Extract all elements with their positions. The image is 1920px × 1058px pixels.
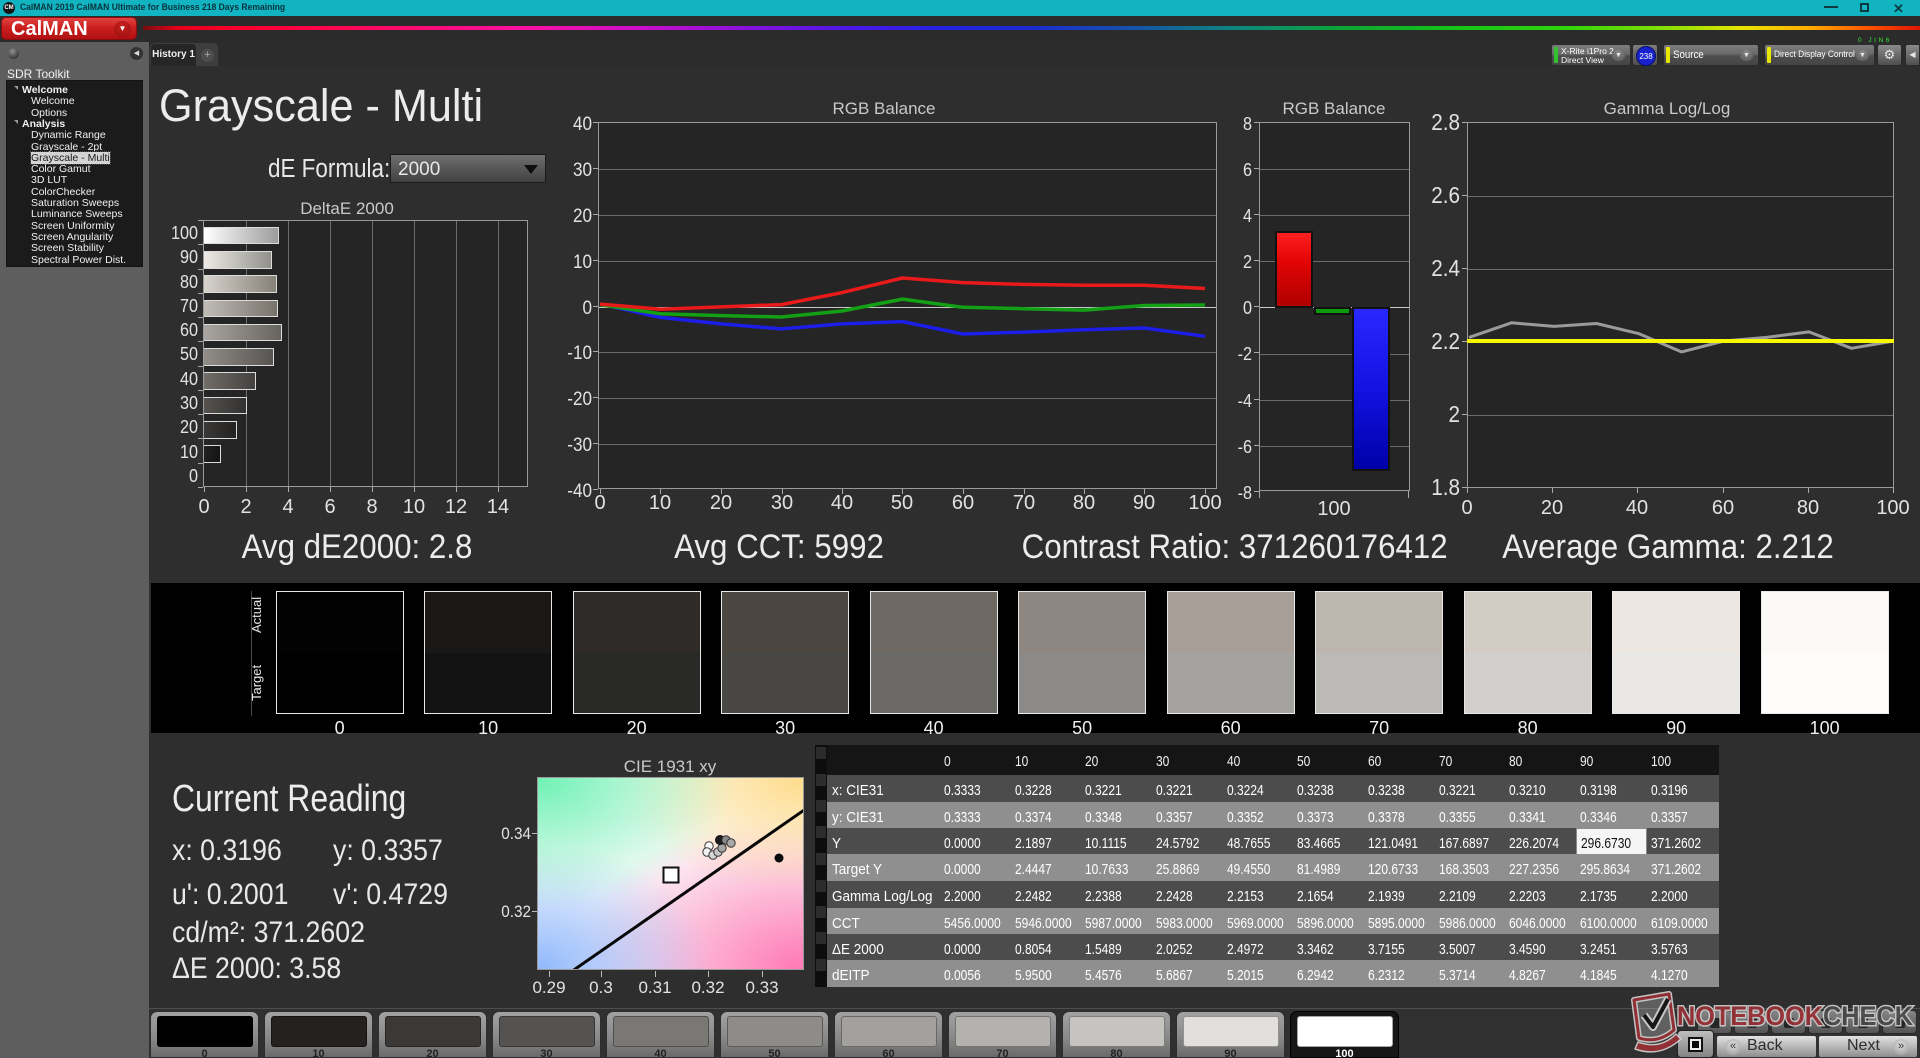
svg-text:CHECK: CHECK — [1823, 1001, 1913, 1031]
svg-text:NOTEBOOK: NOTEBOOK — [1677, 1001, 1823, 1031]
